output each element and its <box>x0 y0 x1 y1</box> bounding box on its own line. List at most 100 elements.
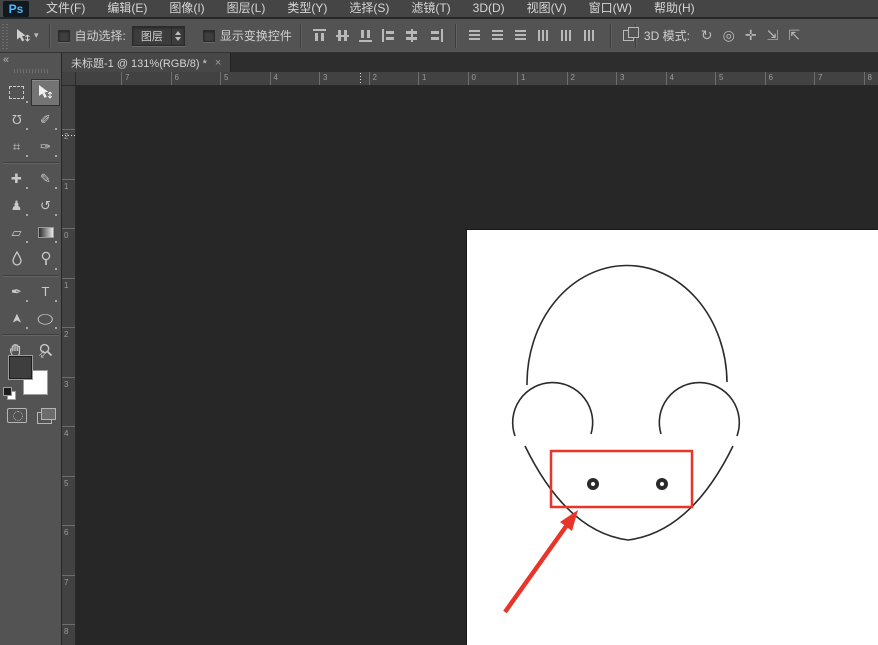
eraser-icon: ▱ <box>12 226 22 239</box>
pasteboard[interactable] <box>76 86 878 645</box>
clone-stamp-tool[interactable]: ♟ <box>2 192 31 219</box>
distribute-left-edges-icon[interactable] <box>537 29 552 42</box>
auto-align-layers-button[interactable] <box>619 27 627 45</box>
eraser-tool[interactable]: ▱ <box>2 219 31 246</box>
dodge-tool[interactable] <box>31 246 60 273</box>
auto-select-checkbox[interactable] <box>58 30 70 42</box>
3d-rotate-icon[interactable]: ↻ <box>701 27 713 44</box>
menu-item-10[interactable]: 帮助(H) <box>643 0 706 17</box>
spot-healing-brush-tool[interactable]: ✚ <box>2 165 31 192</box>
menu-item-7[interactable]: 3D(D) <box>462 0 516 17</box>
ellipse-shape-tool[interactable]: ◯ <box>31 305 60 332</box>
document-tab[interactable]: 未标题-1 @ 131%(RGB/8) * × <box>62 53 231 72</box>
history-brush-tool[interactable]: ↺ <box>31 192 60 219</box>
align-left-edges-icon[interactable] <box>382 29 397 42</box>
brush-tool[interactable]: ✎ <box>31 165 60 192</box>
distribute-horizontal-centers-icon[interactable] <box>560 29 575 42</box>
menu-item-3[interactable]: 图层(L) <box>216 0 277 17</box>
ruler-cursor-position-marker <box>62 135 76 136</box>
ruler-major-tick <box>62 426 75 427</box>
distribute-bottom-edges-icon[interactable] <box>514 29 529 42</box>
align-bottom-edges-icon[interactable] <box>359 29 374 42</box>
gradient-tool[interactable] <box>31 219 60 246</box>
ruler-label: 7 <box>818 73 822 82</box>
tool-flyout-indicator <box>26 300 28 302</box>
ruler-label: 5 <box>224 73 228 82</box>
dropdown-spinner-icon[interactable] <box>171 27 184 45</box>
menu-item-5[interactable]: 选择(S) <box>338 0 400 17</box>
ruler-label: 3 <box>64 380 68 389</box>
menu-item-8[interactable]: 视图(V) <box>516 0 578 17</box>
left-eye <box>589 480 597 488</box>
lasso-tool[interactable]: Ω <box>2 106 31 133</box>
move-icon <box>37 84 54 102</box>
foreground-color-swatch[interactable] <box>8 355 33 380</box>
align-horizontal-centers-icon[interactable] <box>405 29 420 42</box>
document-canvas[interactable] <box>467 230 878 645</box>
horizontal-ruler[interactable]: 7654321012345678 <box>76 72 878 86</box>
vertical-ruler[interactable]: 21012345678 <box>62 86 76 645</box>
pen-icon: ✒ <box>11 285 22 298</box>
default-colors-icon[interactable] <box>3 387 14 398</box>
active-tool-indicator[interactable]: ▾ <box>15 28 39 43</box>
align-right-edges-icon[interactable] <box>428 29 443 42</box>
3d-pan-icon[interactable]: ✛ <box>745 27 757 44</box>
ruler-label: 6 <box>64 528 68 537</box>
crop-tool[interactable]: ⌗ <box>2 133 31 160</box>
ruler-label: 7 <box>64 578 68 587</box>
menu-item-6[interactable]: 滤镜(T) <box>400 0 461 17</box>
photoshop-logo: Ps <box>3 1 29 17</box>
tool-flyout-indicator <box>26 187 28 189</box>
options-bar-grip[interactable] <box>2 23 9 49</box>
document-tab-bar: 未标题-1 @ 131%(RGB/8) * × <box>62 53 878 72</box>
brush-icon: ✎ <box>40 172 51 185</box>
distribute-right-edges-icon[interactable] <box>583 29 598 42</box>
menu-bar: Ps 文件(F)编辑(E)图像(I)图层(L)类型(Y)选择(S)滤镜(T)3D… <box>0 0 878 18</box>
ruler-label: 0 <box>64 231 68 240</box>
tab-close-icon[interactable]: × <box>215 57 221 69</box>
collapse-panel-icon[interactable]: « <box>3 54 9 66</box>
menu-item-9[interactable]: 窗口(W) <box>578 0 643 17</box>
quick-mask-mode-button[interactable] <box>7 408 27 423</box>
ruler-corner[interactable] <box>62 72 76 86</box>
3d-slide-icon[interactable]: ⇲ <box>767 27 779 44</box>
align-top-edges-icon[interactable] <box>313 29 328 42</box>
rectangular-marquee-tool[interactable] <box>2 79 31 106</box>
show-transform-checkbox[interactable] <box>203 30 215 42</box>
ruler-major-tick <box>62 575 75 576</box>
menu-item-2[interactable]: 图像(I) <box>158 0 215 17</box>
3d-scale-icon[interactable]: ⇱ <box>788 27 800 44</box>
distribute-top-edges-icon[interactable] <box>468 29 483 42</box>
menu-item-0[interactable]: 文件(F) <box>35 0 96 17</box>
align-vertical-centers-icon[interactable] <box>336 29 351 42</box>
blur-tool[interactable] <box>2 246 31 273</box>
ruler-major-tick <box>864 72 865 85</box>
menu-item-1[interactable]: 编辑(E) <box>96 0 158 17</box>
path-selection-tool[interactable]: ➤ <box>2 305 31 332</box>
ruler-label: 5 <box>64 479 68 488</box>
ruler-label: 6 <box>175 73 179 82</box>
tool-options-bar: ▾ 自动选择: 图层 显示变换控件 3D 模式: ↻◎✛⇲⇱ <box>0 19 878 53</box>
ruler-label: 1 <box>64 281 68 290</box>
pen-tool[interactable]: ✒ <box>2 278 31 305</box>
menu-item-4[interactable]: 类型(Y) <box>276 0 338 17</box>
separator <box>610 24 611 48</box>
ruler-major-tick <box>62 228 75 229</box>
ruler-major-tick <box>171 72 172 85</box>
eyedropper-tool[interactable]: ✑ <box>31 133 60 160</box>
type-tool[interactable]: T <box>31 278 60 305</box>
panel-grip[interactable] <box>14 69 48 73</box>
auto-select-target-dropdown[interactable]: 图层 <box>132 26 185 46</box>
type-icon: T <box>42 285 50 298</box>
screen-mode-button[interactable] <box>37 408 56 423</box>
move-tool[interactable] <box>31 79 60 106</box>
ruler-major-tick <box>62 129 75 130</box>
tool-flyout-indicator <box>26 327 28 329</box>
ruler-major-tick <box>62 278 75 279</box>
3d-roll-icon[interactable]: ◎ <box>723 27 735 44</box>
quick-selection-tool[interactable]: ✐ <box>31 106 60 133</box>
ruler-label: 2 <box>373 73 377 82</box>
distribute-vertical-centers-icon[interactable] <box>491 29 506 42</box>
ruler-major-tick <box>62 179 75 180</box>
ruler-major-tick <box>62 624 75 625</box>
